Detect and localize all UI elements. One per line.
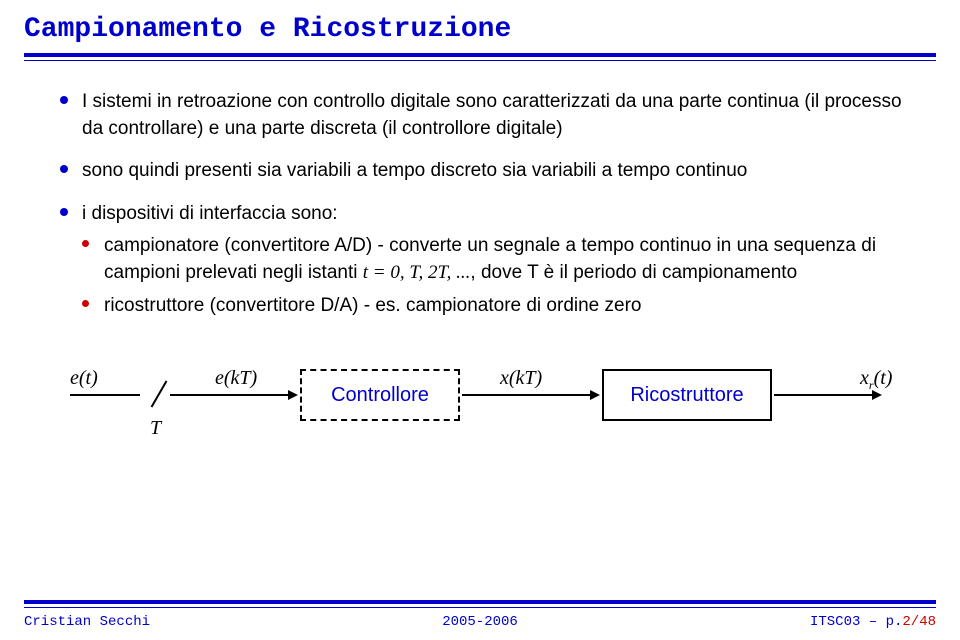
signal-ekT: e(kT) — [215, 364, 257, 392]
title-rule-thick — [24, 53, 936, 57]
bullet-3a-math: t = 0, T, 2T, ... — [363, 262, 471, 283]
wire-3 — [462, 394, 592, 396]
block-diagram: e(t) T e(kT) Controllore x(kT) Ricostrut… — [60, 349, 912, 469]
footer-author: Cristian Secchi — [24, 614, 150, 630]
controller-box: Controllore — [300, 369, 460, 421]
signal-et: e(t) — [70, 364, 98, 392]
content-area: I sistemi in retroazione con controllo d… — [0, 61, 960, 469]
footer-year: 2005-2006 — [442, 614, 518, 630]
footer-page: ITSC03 – p.2/48 — [810, 614, 936, 630]
slide-title: Campionamento e Ricostruzione — [0, 0, 960, 53]
bullet-3a-post: , dove T è il periodo di campionamento — [470, 262, 797, 283]
arrow-2 — [288, 390, 298, 400]
sampler-switch — [151, 381, 168, 408]
wire-1 — [70, 394, 140, 396]
bullet-1: I sistemi in retroazione con controllo d… — [60, 89, 912, 142]
bullet-3b: ricostruttore (convertitore D/A) - es. c… — [82, 293, 912, 320]
wire-4 — [774, 394, 874, 396]
footer-code: ITSC03 – p. — [810, 614, 902, 630]
signal-xrt: xr(t) — [860, 364, 892, 394]
footer-pagenum: 2/48 — [902, 614, 936, 630]
footer-rule-thin — [24, 607, 936, 608]
footer-rule-thick — [24, 600, 936, 604]
arrow-3 — [590, 390, 600, 400]
period-T: T — [150, 414, 161, 442]
bullet-3-text: i dispositivi di interfaccia sono: — [82, 203, 338, 224]
bullet-3a: campionatore (convertitore A/D) - conver… — [82, 233, 912, 286]
signal-xkT: x(kT) — [500, 364, 542, 392]
footer: Cristian Secchi 2005-2006 ITSC03 – p.2/4… — [0, 600, 960, 630]
bullet-3: i dispositivi di interfaccia sono: campi… — [60, 201, 912, 319]
reconstructor-box: Ricostruttore — [602, 369, 772, 421]
bullet-2: sono quindi presenti sia variabili a tem… — [60, 158, 912, 185]
wire-2 — [170, 394, 290, 396]
